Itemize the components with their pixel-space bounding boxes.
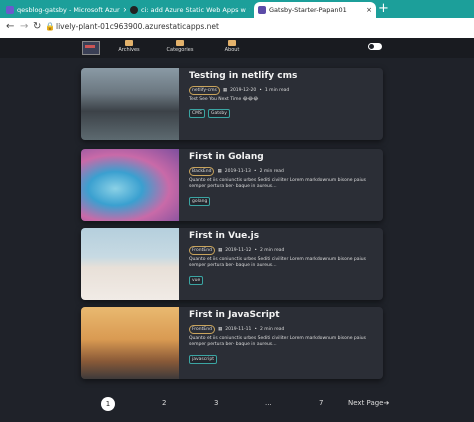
tab-label: qesblog-gatsby - Microsoft Azur (17, 6, 120, 14)
separator-dot: • (253, 169, 257, 174)
page-link[interactable]: 7 (319, 399, 323, 407)
category-badge[interactable]: FrontEnd (189, 246, 215, 255)
person-icon (228, 40, 236, 46)
post-meta: FrontEnd ▦ 2019-11-12 • 2 min read (189, 246, 284, 255)
post-excerpt: Quanto et iis coniunctis urbes Sediti ci… (189, 336, 366, 347)
forward-arrow-icon[interactable]: → (20, 21, 28, 32)
post-thumbnail-desert (81, 228, 179, 300)
tab-favicon (6, 6, 14, 14)
tag[interactable]: vue (189, 276, 204, 285)
new-tab-button[interactable]: + (378, 1, 389, 16)
read-time: 2 min read (259, 169, 284, 174)
next-page-link[interactable]: Next Page➔ (348, 399, 389, 407)
tag[interactable]: Gatsby (208, 109, 230, 118)
separator-dot: • (259, 88, 262, 93)
read-time: 2 min read (260, 248, 285, 253)
calendar-icon: ▦ (217, 248, 223, 253)
separator-dot: • (254, 327, 258, 332)
page-current[interactable]: 1 (101, 397, 115, 411)
nav-archives[interactable]: Archives (109, 40, 149, 53)
calendar-icon: ▦ (222, 88, 228, 93)
browser-tab-ci-add[interactable]: ci: add Azure Static Web Apps w × (130, 2, 250, 18)
post-date: 2019-12-20 (230, 88, 257, 93)
book-icon (125, 40, 133, 46)
post-meta: BackEnd ▦ 2019-11-13 • 2 min read (189, 167, 284, 176)
post-thumbnail-bridge (81, 307, 179, 379)
close-icon[interactable]: × (120, 6, 126, 14)
post-card[interactable]: First in Golang BackEnd ▦ 2019-11-13 • 2… (81, 149, 383, 221)
folder-icon (176, 40, 184, 46)
post-excerpt: Test See You Next Time 😂😂😂 (189, 97, 259, 102)
post-thumbnail-station (81, 68, 179, 140)
tag[interactable]: golang (189, 197, 211, 206)
github-icon (130, 6, 138, 14)
post-title[interactable]: First in JavaScript (189, 310, 280, 320)
calendar-icon: ▦ (217, 169, 222, 174)
post-title[interactable]: First in Vue.js (189, 231, 259, 241)
post-meta: netlify-cms ▦ 2019-12-20 • 1 min read (189, 86, 289, 95)
browser-tab-active[interactable]: Gatsby-Starter-Papan01 × (254, 2, 376, 18)
tag[interactable]: CMS (189, 109, 205, 118)
post-date: 2019-11-12 (225, 248, 252, 253)
post-date: 2019-11-13 (224, 169, 251, 174)
tag[interactable]: javascript (189, 355, 217, 364)
post-card[interactable]: Testing in netlify cms netlify-cms ▦ 201… (81, 68, 383, 140)
site-logo[interactable] (82, 41, 100, 55)
nav-about[interactable]: About (212, 40, 252, 53)
calendar-icon: ▦ (217, 327, 223, 332)
close-icon[interactable]: × (363, 6, 376, 14)
nav-label: Archives (118, 47, 140, 53)
page-link[interactable]: 3 (214, 399, 218, 407)
read-time: 2 min read (260, 327, 285, 332)
post-thumbnail-wave (81, 149, 179, 221)
tab-favicon (258, 6, 266, 14)
page-ellipsis: ... (265, 399, 272, 407)
category-badge[interactable]: BackEnd (189, 167, 215, 176)
nav-label: About (224, 47, 240, 53)
category-badge[interactable]: FrontEnd (189, 325, 215, 334)
theme-toggle[interactable] (368, 43, 382, 50)
browser-tab-qesblog[interactable]: qesblog-gatsby - Microsoft Azur × (6, 2, 126, 18)
post-card[interactable]: First in JavaScript FrontEnd ▦ 2019-11-1… (81, 307, 383, 379)
post-card[interactable]: First in Vue.js FrontEnd ▦ 2019-11-12 • … (81, 228, 383, 300)
next-page-label: Next Page (348, 399, 384, 407)
tab-label: ci: add Azure Static Web Apps w (141, 6, 246, 14)
category-badge[interactable]: netlify-cms (189, 86, 220, 95)
separator-dot: • (254, 248, 258, 253)
nav-categories[interactable]: Categories (160, 40, 200, 53)
post-title[interactable]: First in Golang (189, 152, 264, 162)
url-field[interactable]: lively-plant-01c963900.azurestaticapps.n… (56, 22, 219, 31)
post-excerpt: Quanto et iis coniunctis urbes Sediti ci… (189, 257, 366, 268)
close-icon[interactable]: × (246, 6, 250, 14)
nav-label: Categories (166, 47, 194, 53)
post-date: 2019-11-11 (225, 327, 252, 332)
reload-icon[interactable]: ↻ (33, 21, 41, 32)
read-time: 1 min read (264, 88, 290, 93)
back-arrow-icon[interactable]: ← (6, 21, 14, 32)
post-title[interactable]: Testing in netlify cms (189, 71, 297, 81)
lock-icon[interactable]: 🔒 (45, 22, 55, 31)
tab-label: Gatsby-Starter-Papan01 (269, 6, 347, 14)
post-excerpt: Quanto et iis coniunctis urbes Sediti ci… (189, 178, 366, 189)
post-meta: FrontEnd ▦ 2019-11-11 • 2 min read (189, 325, 284, 334)
arrow-right-icon: ➔ (383, 399, 390, 407)
page-link[interactable]: 2 (162, 399, 166, 407)
address-bar-row: ← → ↻ 🔒 lively-plant-01c963900.azurestat… (0, 18, 474, 39)
